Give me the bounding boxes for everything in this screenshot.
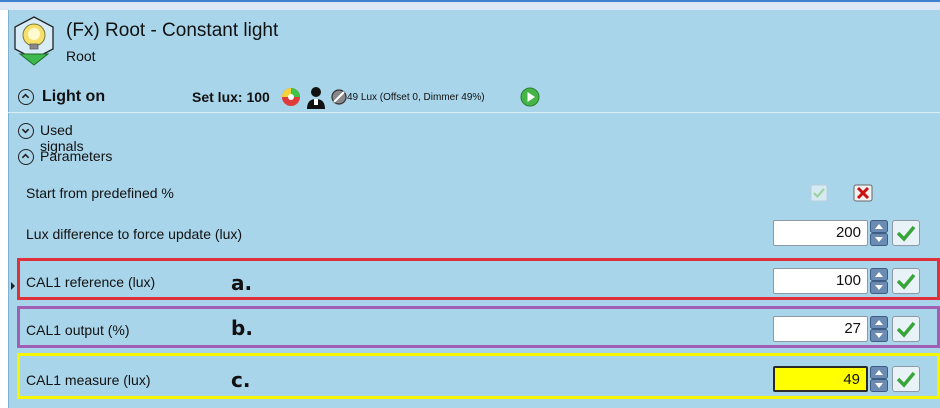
status-row: Light on Set lux: 100 49 Lux (Offset 0, … xyxy=(18,86,918,110)
annotation-a: a. xyxy=(231,271,253,295)
cal1-reference-input[interactable]: 100 xyxy=(773,268,868,294)
chevron-up-circle-icon[interactable] xyxy=(18,149,34,165)
cal1-reference-label: CAL1 reference (lux) xyxy=(26,274,156,290)
annotation-b: b. xyxy=(231,316,253,340)
parameters-label: Parameters xyxy=(40,148,113,164)
cal1-measure-label: CAL1 measure (lux) xyxy=(26,372,151,388)
color-wheel-icon xyxy=(281,87,301,110)
page-title: (Fx) Root - Constant light xyxy=(66,20,279,41)
lux-difference-input[interactable]: 200 xyxy=(773,220,868,246)
cancel-button[interactable] xyxy=(852,183,874,208)
cal1-output-label: CAL1 output (%) xyxy=(26,322,130,338)
row-indicator-icon xyxy=(11,282,15,290)
confirm-button[interactable] xyxy=(892,366,920,392)
confirm-button[interactable] xyxy=(892,316,920,342)
chevron-up-circle-icon[interactable] xyxy=(18,89,34,105)
spinner-arrows-icon[interactable] xyxy=(870,366,888,392)
bulb-hexagon-icon[interactable] xyxy=(12,16,56,66)
page-subtitle: Root xyxy=(66,48,96,64)
annotation-c: c. xyxy=(231,368,251,392)
lux-info: 49 Lux (Offset 0, Dimmer 49%) xyxy=(347,92,485,103)
chevron-down-circle-icon[interactable] xyxy=(18,123,34,139)
set-lux-label: Set lux: 100 xyxy=(192,89,270,105)
main-panel xyxy=(8,10,940,408)
confirm-button[interactable] xyxy=(892,220,920,246)
divider xyxy=(8,112,940,113)
person-icon xyxy=(305,86,327,113)
cal1-output-input[interactable]: 27 xyxy=(773,316,868,342)
start-predefined-label: Start from predefined % xyxy=(26,185,174,201)
play-green-icon[interactable] xyxy=(520,87,540,110)
confirm-check-disabled xyxy=(810,184,828,207)
disabled-circle-icon xyxy=(331,89,347,108)
cal1-measure-input[interactable]: 49 xyxy=(773,366,868,392)
spinner-arrows-icon[interactable] xyxy=(870,316,888,342)
spinner-arrows-icon[interactable] xyxy=(870,220,888,246)
confirm-button[interactable] xyxy=(892,268,920,294)
top-bar xyxy=(0,0,940,10)
spinner-arrows-icon[interactable] xyxy=(870,268,888,294)
light-on-label: Light on xyxy=(42,88,106,105)
lux-difference-label: Lux difference to force update (lux) xyxy=(26,226,243,242)
